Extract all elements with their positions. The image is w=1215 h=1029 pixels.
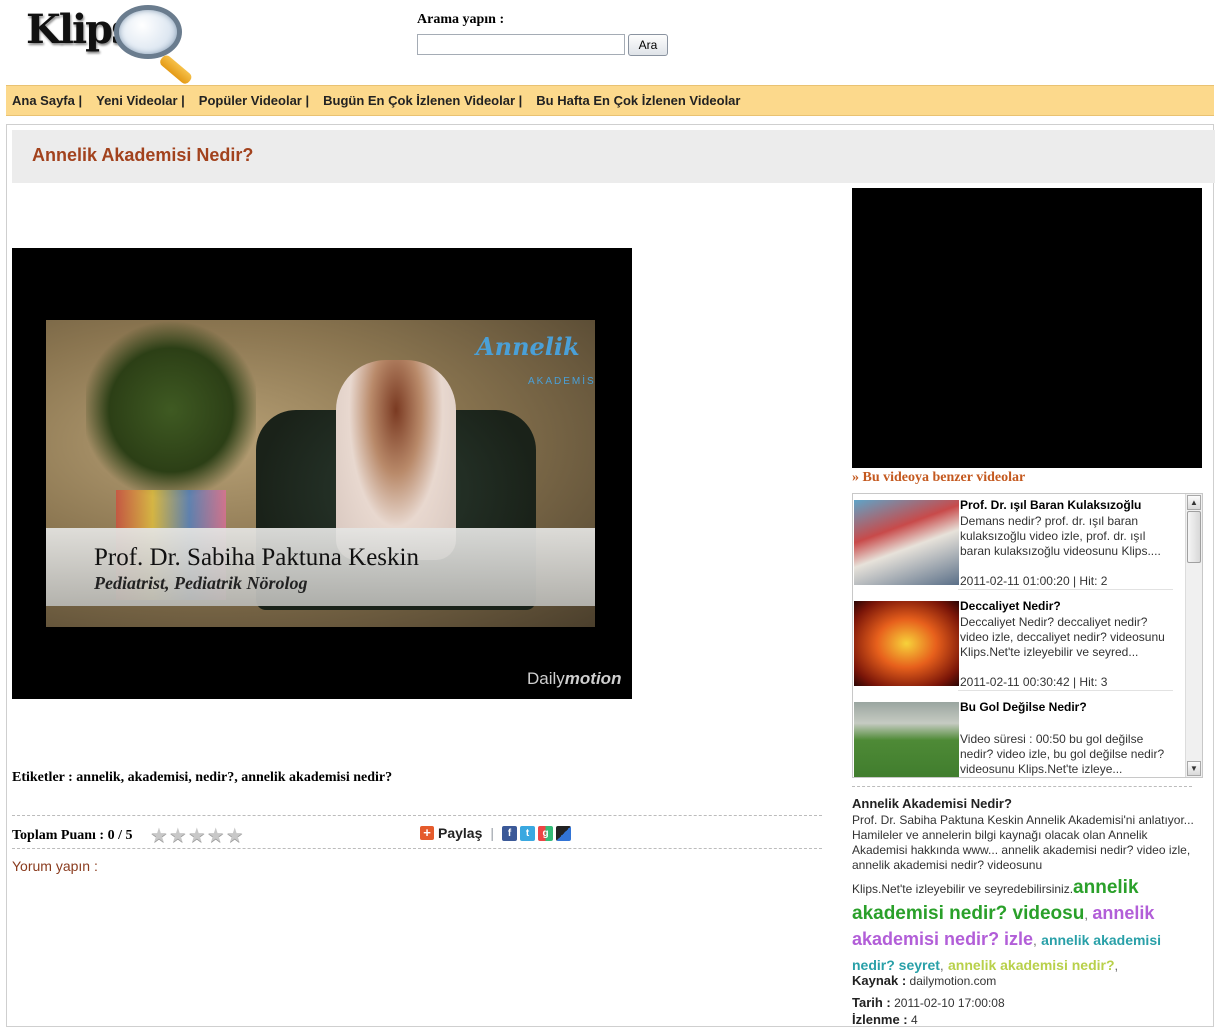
main-nav: Ana Sayfa | Yeni Videolar | Popüler Vide… [6, 85, 1214, 116]
description-text: Prof. Dr. Sabiha Paktuna Keskin Annelik … [852, 813, 1194, 872]
dailymotion-logo: Dailymotion [527, 669, 621, 689]
item-title[interactable]: Bu Gol Değilse Nedir? [960, 700, 1182, 714]
rating-stars[interactable]: ★★★★★ [150, 823, 245, 848]
keyword-cloud: Klips.Net'te izleyebilir ve seyredebilir… [852, 876, 1197, 978]
video-thumbnail[interactable] [854, 500, 959, 585]
date-value: 2011-02-10 17:00:08 [894, 996, 1005, 1010]
item-divider [958, 589, 1173, 590]
scroll-thumb[interactable] [1187, 511, 1201, 563]
search-button[interactable]: Ara [628, 34, 668, 56]
similar-videos-heading: » Bu videoya benzer videolar [852, 470, 1025, 486]
item-meta: 2011-02-11 00:30:42 | Hit: 3 [960, 675, 1108, 689]
similar-heading-text: Bu videoya benzer videolar [862, 470, 1026, 485]
list-item[interactable]: Bu Gol Değilse Nedir? Video süresi : 00:… [853, 696, 1185, 777]
brand-logo: Annelik [476, 332, 580, 361]
item-desc: Demans nedir? prof. dr. ışıl baran kulak… [960, 514, 1161, 558]
site-logo[interactable]: Klips [22, 2, 194, 86]
source-label: Kaynak : [852, 973, 907, 988]
description-title: Annelik Akademisi Nedir? [852, 796, 1012, 811]
nav-item-today-most-viewed[interactable]: Bugün En Çok İzlenen Videolar | [323, 93, 522, 108]
share-label[interactable]: Paylaş [438, 825, 482, 841]
dailymotion-logo-a: Daily [527, 669, 565, 688]
keyword-sep: , [1114, 958, 1119, 973]
date-label: Tarih : [852, 995, 891, 1010]
keyword-link[interactable]: annelik akademisi nedir? [948, 957, 1115, 973]
nav-item-popular-videos[interactable]: Popüler Videolar | [199, 93, 309, 108]
caption-role: Pediatrist, Pediatrik Nörolog [94, 573, 308, 593]
video-thumbnail[interactable] [854, 601, 959, 686]
caption-name: Prof. Dr. Sabiha Paktuna Keskin [94, 544, 419, 571]
tags-line: Etiketler : annelik, akademisi, nedir?, … [12, 770, 393, 785]
search-input[interactable] [417, 34, 625, 55]
item-title[interactable]: Deccaliyet Nedir? [960, 599, 1182, 613]
nav-item-new-videos[interactable]: Yeni Videolar | [96, 93, 185, 108]
item-meta: 2011-02-11 01:00:20 | Hit: 2 [960, 574, 1108, 588]
share-divider: | [490, 825, 495, 841]
ad-box[interactable] [852, 188, 1202, 468]
search-label: Arama yapın : [417, 12, 505, 27]
similar-videos-list: Prof. Dr. ışıl Baran Kulaksızoğlu Demans… [852, 493, 1203, 778]
description-tail: Klips.Net'te izleyebilir ve seyredebilir… [852, 882, 1074, 896]
nav-item-week-most-viewed[interactable]: Bu Hafta En Çok İzlenen Videolar [536, 93, 740, 108]
list-item[interactable]: Deccaliyet Nedir? Deccaliyet Nedir? decc… [853, 595, 1185, 695]
dailymotion-logo-b: motion [564, 669, 622, 688]
item-title[interactable]: Prof. Dr. ışıl Baran Kulaksızoğlu [960, 498, 1182, 512]
plant-shape [86, 320, 256, 500]
raquo-icon: » [852, 470, 859, 485]
comment-label: Yorum yapın : [12, 858, 98, 874]
date-info: Tarih : 2011-02-10 17:00:08 [852, 995, 1005, 1010]
list-scrollbar[interactable]: ▲ ▼ [1185, 494, 1202, 777]
item-desc: Video süresi : 00:50 bu gol değilse nedi… [960, 732, 1165, 776]
facebook-icon[interactable]: f [502, 825, 518, 841]
rating-label: Toplam Puanı : 0 / 5 [12, 828, 133, 843]
item-desc: Deccaliyet Nedir? deccaliyet nedir? vide… [960, 615, 1165, 659]
video-thumbnail[interactable] [854, 702, 959, 777]
magnifier-handle [158, 53, 194, 86]
scroll-down-icon[interactable]: ▼ [1187, 761, 1201, 776]
divider [12, 848, 822, 849]
views-info: İzlenme : 4 [852, 1012, 918, 1027]
divider [12, 815, 822, 816]
google-icon[interactable]: g [538, 825, 554, 841]
brand-sub: AKADEMİSİ [528, 376, 595, 387]
source-info: Kaynak : dailymotion.com [852, 973, 996, 988]
share-bar: + Paylaş | f t g [420, 825, 574, 841]
delicious-icon[interactable] [556, 825, 572, 841]
scroll-up-icon[interactable]: ▲ [1187, 495, 1201, 510]
item-divider [958, 690, 1173, 691]
keyword-sep: , [1033, 933, 1037, 948]
source-value[interactable]: dailymotion.com [910, 974, 997, 988]
list-item[interactable]: Prof. Dr. ışıl Baran Kulaksızoğlu Demans… [853, 494, 1185, 594]
magnifier-icon [114, 5, 182, 59]
keyword-sep: , [939, 958, 944, 973]
keyword-sep: , [1084, 907, 1088, 922]
views-label: İzlenme : [852, 1012, 908, 1027]
page-title: Annelik Akademisi Nedir? [32, 145, 254, 165]
twitter-icon[interactable]: t [520, 825, 536, 841]
views-value: 4 [910, 1013, 918, 1027]
divider [852, 786, 1192, 787]
share-plus-icon[interactable]: + [420, 826, 434, 840]
nav-item-home[interactable]: Ana Sayfa | [12, 93, 82, 108]
